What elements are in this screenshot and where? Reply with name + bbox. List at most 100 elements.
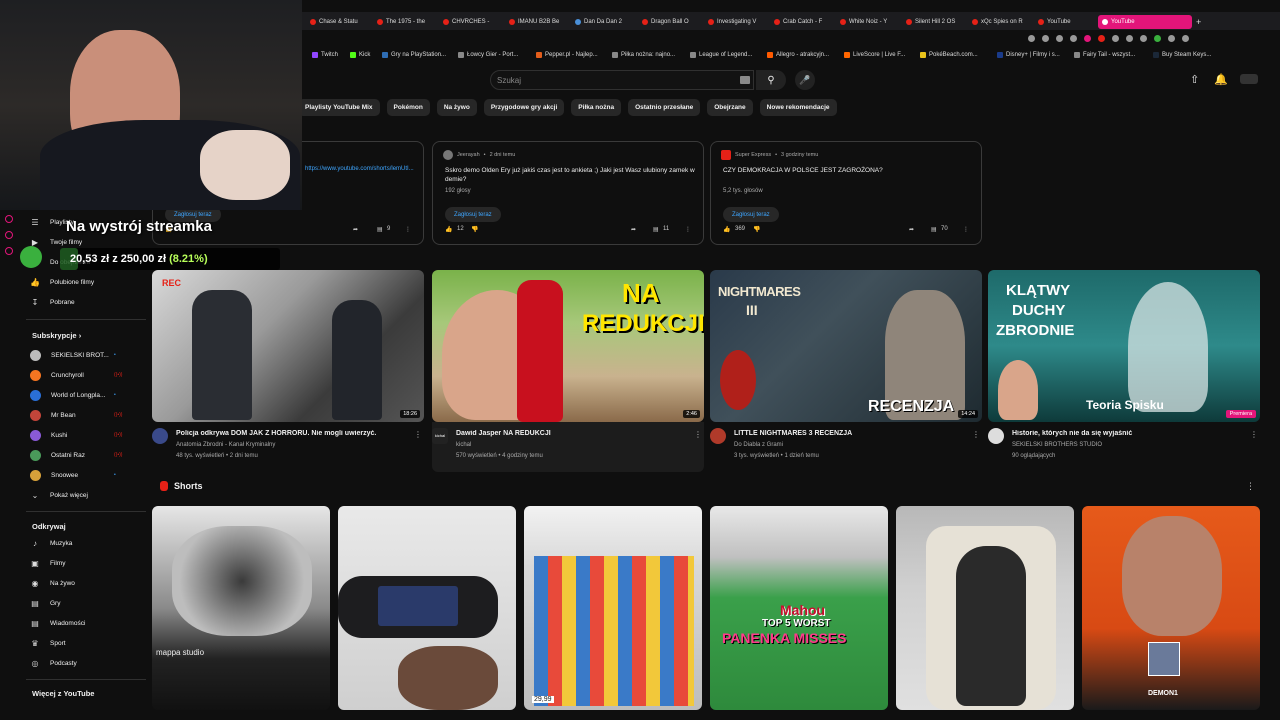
show-more-button[interactable]: ⌄ Pokaż więcej [30,486,88,504]
bookmark[interactable]: LiveScore | Live F... [844,52,905,58]
bookmark[interactable]: Disney+ | Filmy i s... [997,52,1060,58]
channel-name[interactable]: Do Diabla z Grami [734,442,783,448]
more-icon[interactable]: ⋮ [972,430,980,439]
sidebar-item-downloads[interactable]: ↧ Pobrane [30,293,75,311]
sidebar-subscription[interactable]: World of Longpla... • [30,386,116,404]
extension-icon[interactable] [1056,35,1063,42]
chip[interactable]: Nowe rekomendacje [759,99,837,116]
browser-tab[interactable]: Dragon Ball O [642,15,698,29]
bookmark[interactable]: Łowcy Gier - Port... [458,52,518,58]
extension-icon[interactable] [1126,35,1133,42]
bookmark[interactable]: Kick [350,52,370,58]
browser-tab[interactable]: IMANU B2B Be [509,15,565,29]
search-button[interactable]: ⚲ [756,70,786,90]
sidebar-item-gaming[interactable]: ▤ Gry [30,594,60,612]
extension-icon[interactable] [1112,35,1119,42]
upload-icon[interactable]: ⇧ [1190,73,1199,86]
sidebar-subscription[interactable]: Ostatni Raz ((•)) [30,446,122,464]
extension-icon[interactable] [1084,35,1091,42]
bookmark[interactable]: Fairy Tail - wszyst... [1074,52,1135,58]
browser-tab[interactable]: YouTube [1038,15,1094,29]
video-card[interactable]: NA REDUKCJI 2:46 kichal Dawid Jasper NA … [432,270,704,472]
chip[interactable]: Piłka nożna [571,99,622,116]
avatar[interactable] [443,150,453,160]
sidebar-item-podcasts[interactable]: ◎ Podcasty [30,654,77,672]
short-card[interactable]: DEMON1 [1082,506,1260,710]
browser-tab[interactable]: The 1975 - the [377,15,433,29]
short-card[interactable]: Mahou TOP 5 WORST PANENKA MISSES [710,506,888,710]
video-title[interactable]: Dawid Jasper NA REDUKCJI [456,430,686,437]
share-icon[interactable]: ➦ [631,226,636,233]
bookmark[interactable]: Gry na PlayStation... [382,52,446,58]
voice-search-button[interactable]: 🎤 [795,70,815,90]
side-panel-icon[interactable] [5,231,13,239]
more-icon[interactable]: ⋮ [1250,430,1258,439]
video-thumbnail[interactable]: KLĄTWY DUCHY ZBRODNIE Teoria Spisku Prem… [988,270,1260,422]
sidebar-item-news[interactable]: ▤ Wiadomości [30,614,85,632]
thumb-up-icon[interactable]: 👍 [445,226,452,233]
more-icon[interactable]: ⋮ [963,226,969,233]
avatar[interactable] [721,150,731,160]
extension-icon[interactable] [1168,35,1175,42]
sidebar-item-live[interactable]: ◉ Na żywo [30,574,75,592]
short-card[interactable] [896,506,1074,710]
browser-tab[interactable]: Investigating V [708,15,764,29]
bookmark[interactable]: Pepper.pl - Najlep... [536,52,598,58]
short-card[interactable]: mappa studio [152,506,330,710]
browser-tab[interactable]: xQc Spies on R [972,15,1028,29]
channel-avatar[interactable] [152,428,168,444]
bell-icon[interactable]: 🔔 [1214,73,1228,86]
browser-tab[interactable]: White Noiz - Y [840,15,896,29]
share-icon[interactable]: ➦ [353,226,358,233]
more-icon[interactable]: ⋮ [685,226,691,233]
thumb-down-icon[interactable]: 👎 [753,226,760,233]
browser-tab[interactable]: Chase & Statu [310,15,366,29]
new-tab-button[interactable]: + [1196,15,1204,29]
keyboard-icon[interactable] [740,76,750,84]
sidebar-subscription[interactable]: Kushi ((•)) [30,426,122,444]
chip[interactable]: Obejrzane [707,99,753,116]
chip[interactable]: Pokémon [386,99,430,116]
bookmark[interactable]: Allegro - atrakcyjn... [767,52,829,58]
channel-name[interactable]: kichal [456,442,471,448]
channel-name[interactable]: Anatomia Zbrodni - Kanał Kryminalny [176,442,275,448]
thumb-up-icon[interactable]: 👍 [723,226,730,233]
extension-icon[interactable] [1154,35,1161,42]
search-input[interactable]: Szukaj [490,70,754,90]
bookmark[interactable]: Buy Steam Keys... [1153,52,1211,58]
video-title[interactable]: Policja odkrywa DOM JAK Z HORRORU. Nie m… [176,430,406,437]
extension-icon[interactable] [1182,35,1189,42]
chip[interactable]: Ostatnio przesłane [628,99,701,116]
comment-icon[interactable]: ▤ [377,226,383,233]
chip[interactable]: Na żywo [436,99,477,116]
more-icon[interactable]: ⋮ [414,430,422,439]
sidebar-item-films[interactable]: ▣ Filmy [30,554,65,572]
video-card[interactable]: NIGHTMARES III RECENZJA 14:24 LITTLE NIG… [710,270,982,472]
side-panel-icon[interactable] [5,247,13,255]
bookmark[interactable]: PokéBeach.com... [920,52,978,58]
extension-icon[interactable] [1070,35,1077,42]
channel-name[interactable]: SEKIELSKI BROTHERS STUDIO [1012,442,1102,448]
extension-icon[interactable] [1028,35,1035,42]
post-link[interactable]: https://www.youtube.com/shorts/lemUtI... [305,166,414,172]
short-card[interactable] [338,506,516,710]
sidebar-subscription[interactable]: Mr Bean ((•)) [30,406,122,424]
vote-button[interactable]: Zagłosuj teraz [723,207,779,222]
bookmark[interactable]: League of Legend... [690,52,752,58]
bookmark[interactable]: Piłka nożna: najno... [612,52,675,58]
short-card[interactable]: 29,99 [524,506,702,710]
browser-tab[interactable]: Dan Da Dan 2 [575,15,631,29]
browser-tab[interactable]: Silent Hill 2 OS [906,15,962,29]
sidebar-subscription[interactable]: Crunchyroll ((•)) [30,366,122,384]
channel-avatar[interactable] [988,428,1004,444]
avatar[interactable] [1240,74,1258,84]
channel-avatar[interactable] [710,428,726,444]
video-card[interactable]: REC 18:26 Policja odkrywa DOM JAK Z HORR… [152,270,424,472]
extension-icon[interactable] [1098,35,1105,42]
more-icon[interactable]: ⋮ [405,226,411,233]
chip[interactable]: Przygodowe gry akcji [483,99,565,116]
more-icon[interactable]: ⋮ [1246,481,1255,492]
more-icon[interactable]: ⋮ [694,430,702,439]
comment-icon[interactable]: ▤ [653,226,659,233]
channel-avatar[interactable]: kichal [432,428,448,444]
